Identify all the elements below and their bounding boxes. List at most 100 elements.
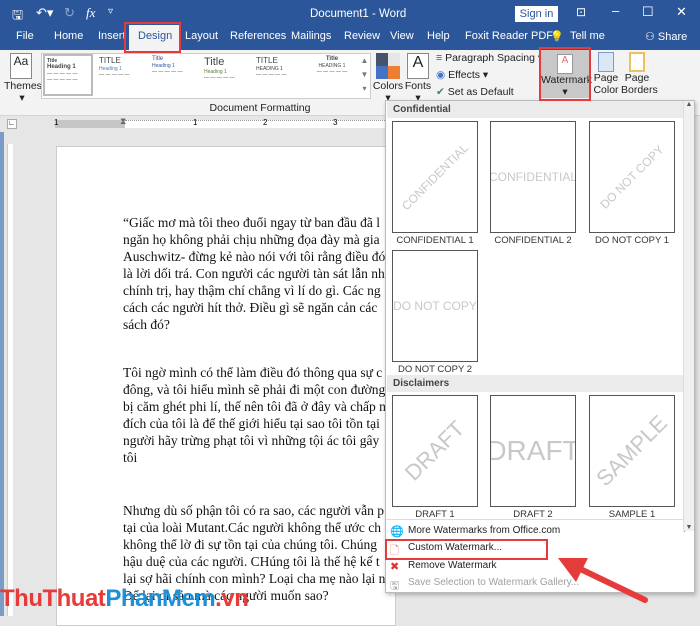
vertical-ruler[interactable] [7,144,13,616]
ruler-mark: 2 [263,118,267,127]
section-header: Disclaimers [387,375,683,392]
watermark-preview-text: DO NOT COPY [393,299,477,313]
watermark-option[interactable]: CONFIDENTIAL [490,121,576,233]
tab-mailings[interactable]: Mailings [291,30,331,42]
document-text-line: chính trị, hay thậm chí chẳng vì lí do g… [123,282,403,299]
page-color-button[interactable]: Page Color [592,52,620,96]
watermark-preview-text: CONFIDENTIAL [399,141,471,213]
ruler-margin [55,120,125,128]
set-as-default-label: Set as Default [448,86,514,98]
highlight-watermark-button [539,47,591,101]
style-title: TITLE [256,56,278,65]
left-edge [0,132,4,616]
remove-watermark-icon: ✖ [390,560,403,573]
document-text-line: không thể lờ đi sự tồn tại của chúng tôi… [123,536,403,553]
share-button[interactable]: ⚇ Share [645,30,687,43]
document-text-line: Tôi ngờ mình có thể làm điều đó thông qu… [123,364,403,381]
minimize-button[interactable]: – [612,3,619,18]
style-set-option[interactable]: TitleHeading 1— — — — — [150,54,200,96]
style-set-option[interactable]: TITLEHEADING 1— — — — — [254,54,304,96]
person-icon: ⚇ [645,31,658,43]
tab-insert[interactable]: Insert [98,30,126,42]
document-text-line: người hãy trừng phạt tôi vì những tội ác… [123,432,403,449]
tab-references[interactable]: References [230,30,286,42]
style-set-option[interactable]: TitleHEADING 1— — — — — [306,54,358,96]
page-borders-button[interactable]: Page Borders [621,52,653,96]
colors-icon [376,53,400,79]
watermark-option-label: CONFIDENTIAL 2 [483,235,583,246]
watermark-option-label: DO NOT COPY 2 [385,364,485,375]
gallery-scrollbar[interactable]: ▲▼ [683,101,694,531]
paragraph-spacing-button[interactable]: ≡ Paragraph Spacing ▾ [436,52,543,64]
watermark-option-label: CONFIDENTIAL 1 [385,235,485,246]
themes-icon: Aa [10,53,32,79]
watermark-preview-text: DRAFT [400,416,470,486]
document-text-line: tại của loài Mutant.Các người không thể … [123,519,403,536]
highlight-custom-watermark [385,539,548,560]
document-text-line: “Giấc mơ mà tôi theo đuổi ngay từ ban đầ… [123,214,403,231]
watermark-option[interactable]: DRAFT [392,395,478,507]
style-set-option[interactable]: TITLEHeading 1— — — — — [97,54,147,96]
style-set-option[interactable]: TitleHeading 1— — — — —— — — — — [43,54,93,96]
customize-toolbar-icon[interactable]: ▿ [108,6,113,17]
watermark-option[interactable]: DRAFT [490,395,576,507]
fonts-label: Fonts [405,80,431,92]
tab-help[interactable]: Help [427,30,450,42]
document-text-line: Auschwitz- đừng kẻ nào nói với tôi rằng … [123,248,403,265]
lightbulb-icon: 💡 [550,30,564,43]
paragraph-spacing-icon: ≡ [436,52,442,64]
gallery-scroll[interactable]: ▲▼▾ [359,54,370,98]
document-text-line: bị căm ghét phi lí, thế nên tôi đã ở đây… [123,398,403,415]
tab-layout[interactable]: Layout [185,30,218,42]
menu-item-remove-watermark[interactable]: Remove Watermark [408,560,497,571]
tab-home[interactable]: Home [54,30,83,42]
tab-review[interactable]: Review [344,30,380,42]
redo-icon[interactable]: ↻ [64,5,75,21]
themes-button[interactable]: Themes▾ [4,80,40,104]
share-label: Share [658,31,687,43]
tab-foxit-reader-pdf[interactable]: Foxit Reader PDF [465,30,553,42]
document-text-line: cách các người hít thở. Điều gì sẽ ngăn … [123,299,403,316]
watermark-preview-text: CONFIDENTIAL [490,170,576,184]
style-heading: HEADING 1 [256,66,283,72]
window-title: Document1 - Word [310,8,406,20]
watermark-option[interactable]: DO NOT COPY [589,121,675,233]
ruler-mark: 3 [333,118,337,127]
style-heading: Heading 1 [152,63,175,69]
tell-me-search[interactable]: Tell me [570,30,605,42]
style-title: Title [204,56,224,68]
document-text-line: đích của tôi là để thế giới hiểu tại sao… [123,415,403,432]
style-heading: Heading 1 [204,69,227,75]
watermark-gallery-dropdown: ConfidentialCONFIDENTIALCONFIDENTIAL 1CO… [385,100,695,593]
tab-view[interactable]: View [390,30,414,42]
indent-marker[interactable]: ⧗ [120,116,126,127]
undo-icon[interactable]: ↶▾ [36,5,53,21]
formula-icon[interactable]: fx [86,5,95,21]
document-text-line: sách đó? [123,316,403,333]
site-watermark-logo: ThuThuatPhanMem.vn [0,585,248,613]
group-label-document-formatting: Document Formatting [160,102,360,114]
tab-selector[interactable]: ∟ [7,119,17,129]
effects-button[interactable]: ◉ Effects ▾ [436,69,488,81]
document-text-line: Nhưng dù số phận tôi có ra sao, các ngườ… [123,502,403,519]
watermark-option[interactable]: SAMPLE [589,395,675,507]
menu-item-more-watermarks[interactable]: More Watermarks from Office.com [408,525,560,536]
watermark-preview-text: DO NOT COPY [597,142,666,211]
watermark-option[interactable]: DO NOT COPY [392,250,478,362]
save-to-gallery-icon: 🖫 [390,577,403,590]
tab-file[interactable]: File [16,30,34,42]
ribbon-tabs: File Home Insert Design Layout Reference… [0,22,700,50]
maximize-button[interactable]: ☐ [642,4,654,20]
watermark-option[interactable]: CONFIDENTIAL [392,121,478,233]
ribbon-display-icon[interactable]: ⊡ [576,5,586,19]
sign-in-button[interactable]: Sign in [515,6,558,22]
style-set-option[interactable]: TitleHeading 1— — — — — [202,54,252,96]
close-button[interactable]: ✕ [676,4,687,20]
colors-label: Colors [373,80,403,92]
page-color-label: Page Color [593,72,618,96]
watermark-preview-text: SAMPLE [591,410,673,492]
style-heading: HEADING 1 [319,63,346,69]
document-text-line: hậu duệ của các người. CHúng tôi là thế … [123,553,403,570]
globe-icon: 🌐 [390,525,403,538]
set-as-default-button[interactable]: ✔ Set as Default [436,86,514,98]
